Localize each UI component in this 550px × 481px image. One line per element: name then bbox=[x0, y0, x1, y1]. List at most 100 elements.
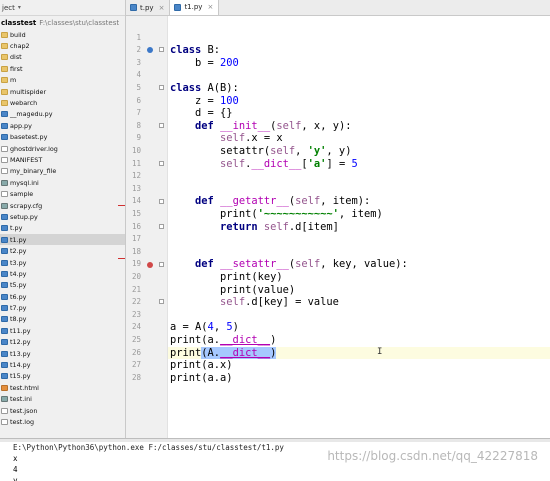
tab-t-py[interactable]: t.py × bbox=[126, 0, 171, 15]
code-line[interactable] bbox=[168, 309, 550, 322]
code-editor[interactable]: 1 2 3 4 5 6 7 8 9 10 11 12 13 14 15 16 17 18 19 20 21 22 23 24 2… bbox=[126, 16, 550, 438]
tree-item[interactable]: ghostdriver.log bbox=[0, 143, 125, 154]
tree-item[interactable]: __magedu.py bbox=[0, 109, 125, 120]
code-line-text: print(value) bbox=[170, 283, 296, 296]
editor-gutter[interactable]: 1 2 3 4 5 6 7 8 9 10 11 12 13 14 15 16 17 18 19 20 21 22 23 24 2… bbox=[126, 16, 168, 438]
close-icon[interactable]: × bbox=[207, 3, 213, 11]
fold-toggle-icon[interactable] bbox=[159, 299, 164, 305]
tree-item[interactable]: t5.py bbox=[0, 280, 125, 291]
tree-item[interactable]: t1.py bbox=[0, 234, 125, 246]
tree-item[interactable]: t4.py bbox=[0, 268, 125, 279]
code-line[interactable]: print(a.__dict__) bbox=[168, 334, 550, 347]
code-line[interactable]: z = 100 bbox=[168, 95, 550, 108]
tree-item[interactable]: multispider bbox=[0, 86, 125, 97]
tree-item-label: t12.py bbox=[10, 338, 31, 347]
code-line[interactable] bbox=[168, 233, 550, 246]
fold-toggle-icon[interactable] bbox=[159, 85, 164, 91]
close-icon[interactable]: × bbox=[159, 4, 165, 12]
code-line[interactable]: print(a.x) bbox=[168, 359, 550, 372]
code-line[interactable]: print(a.a) bbox=[168, 372, 550, 385]
code-line[interactable]: b = 200 bbox=[168, 57, 550, 70]
code-line[interactable]: d = {} bbox=[168, 107, 550, 120]
line-number: 27 bbox=[131, 360, 141, 370]
code-line[interactable]: self.__dict__['a'] = 5 bbox=[168, 158, 550, 171]
code-line-text: z = 100 bbox=[170, 94, 239, 107]
code-line[interactable]: class A(B): bbox=[168, 82, 550, 95]
tree-item[interactable]: test.ini bbox=[0, 394, 125, 405]
project-panel-header[interactable]: ject ▾ bbox=[0, 0, 125, 16]
override-marker-icon[interactable] bbox=[147, 47, 153, 54]
code-line[interactable] bbox=[168, 246, 550, 259]
tree-item[interactable]: t15.py bbox=[0, 371, 125, 382]
tree-root[interactable]: classtest F:\classes\stu\classtest bbox=[0, 16, 125, 29]
tree-item[interactable]: test.log bbox=[0, 416, 125, 427]
tree-item[interactable]: t13.py bbox=[0, 348, 125, 359]
tree-item[interactable]: first bbox=[0, 63, 125, 74]
code-line-text: return self.d[item] bbox=[220, 220, 339, 233]
tree-item[interactable]: chap2 bbox=[0, 40, 125, 51]
tree-item[interactable]: m bbox=[0, 75, 125, 86]
tree-item[interactable]: t12.py bbox=[0, 337, 125, 348]
code-line[interactable]: self.d[key] = value bbox=[168, 296, 550, 309]
code-line[interactable]: a = A(4, 5) bbox=[168, 321, 550, 334]
tree-item[interactable]: build bbox=[0, 29, 125, 40]
tree-item[interactable]: app.py bbox=[0, 120, 125, 131]
implementing-method-icon[interactable] bbox=[147, 261, 153, 268]
tree-item-label: t1.py bbox=[10, 235, 27, 244]
code-line[interactable]: print(A.__dict__) bbox=[168, 346, 550, 360]
tree-item-label: test.json bbox=[10, 406, 38, 415]
code-line-text: print(a.a) bbox=[170, 371, 233, 384]
code-area[interactable]: class B: b = 200 class A(B): z = 100 d = … bbox=[168, 16, 550, 438]
tree-item[interactable]: t6.py bbox=[0, 291, 125, 302]
tree-item[interactable]: setup.py bbox=[0, 211, 125, 222]
code-line[interactable]: print(key) bbox=[168, 271, 550, 284]
tree-item-label: webarch bbox=[10, 99, 38, 108]
tree-item[interactable]: sample bbox=[0, 188, 125, 199]
code-line-text: self.d[key] = value bbox=[220, 296, 339, 309]
tree-item[interactable]: t8.py bbox=[0, 314, 125, 325]
code-line[interactable]: return self.d[item] bbox=[168, 221, 550, 234]
tree-item[interactable]: t2.py bbox=[0, 245, 125, 256]
tree-item[interactable]: t.py bbox=[0, 223, 125, 234]
tree-item[interactable]: MANIFEST bbox=[0, 154, 125, 165]
tree-item[interactable]: dist bbox=[0, 52, 125, 63]
tree-item[interactable]: mysql.ini bbox=[0, 177, 125, 188]
line-number: 14 bbox=[131, 196, 141, 206]
fold-toggle-icon[interactable] bbox=[159, 261, 164, 267]
code-line[interactable] bbox=[168, 183, 550, 196]
tree-item[interactable]: test.html bbox=[0, 382, 125, 393]
code-line[interactable]: def __setattr__(self, key, value): bbox=[168, 258, 550, 271]
code-line[interactable] bbox=[168, 170, 550, 183]
code-line[interactable] bbox=[168, 32, 550, 45]
code-line[interactable]: def __getattr__(self, item): bbox=[168, 195, 550, 208]
code-line[interactable]: print('~~~~~~~~~~~', item) bbox=[168, 208, 550, 221]
code-line[interactable]: class B: bbox=[168, 44, 550, 57]
run-console[interactable]: E:\Python\Python36\python.exe F:/classes… bbox=[0, 438, 550, 481]
fold-toggle-icon[interactable] bbox=[159, 123, 164, 128]
tree-item[interactable]: t11.py bbox=[0, 325, 125, 336]
tree-item[interactable]: scrapy.cfg bbox=[0, 200, 125, 211]
tree-item[interactable]: t7.py bbox=[0, 302, 125, 313]
chevron-down-icon[interactable]: ▾ bbox=[18, 4, 21, 11]
tree-item[interactable]: webarch bbox=[0, 97, 125, 108]
code-line[interactable]: self.x = x bbox=[168, 132, 550, 145]
tree-item[interactable]: my_binary_file bbox=[0, 166, 125, 177]
python-file-icon bbox=[1, 213, 8, 220]
code-line[interactable]: def __init__(self, x, y): bbox=[168, 120, 550, 133]
code-line[interactable]: setattr(self, 'y', y) bbox=[168, 145, 550, 158]
line-number: 21 bbox=[131, 284, 141, 294]
folder-icon bbox=[1, 31, 8, 38]
code-line[interactable]: print(value) bbox=[168, 284, 550, 297]
tree-item[interactable]: basetest.py bbox=[0, 132, 125, 143]
tree-item-label: t6.py bbox=[10, 292, 27, 301]
tree-item[interactable]: t3.py bbox=[0, 257, 125, 268]
code-line[interactable] bbox=[168, 69, 550, 82]
python-file-icon bbox=[1, 259, 8, 266]
fold-toggle-icon[interactable] bbox=[159, 223, 164, 229]
fold-toggle-icon[interactable] bbox=[159, 198, 164, 204]
tree-item[interactable]: test.json bbox=[0, 405, 125, 416]
tree-item[interactable]: t14.py bbox=[0, 359, 125, 370]
tab-t1-py[interactable]: t1.py × bbox=[170, 0, 220, 15]
fold-toggle-icon[interactable] bbox=[159, 47, 164, 53]
fold-toggle-icon[interactable] bbox=[159, 160, 164, 166]
